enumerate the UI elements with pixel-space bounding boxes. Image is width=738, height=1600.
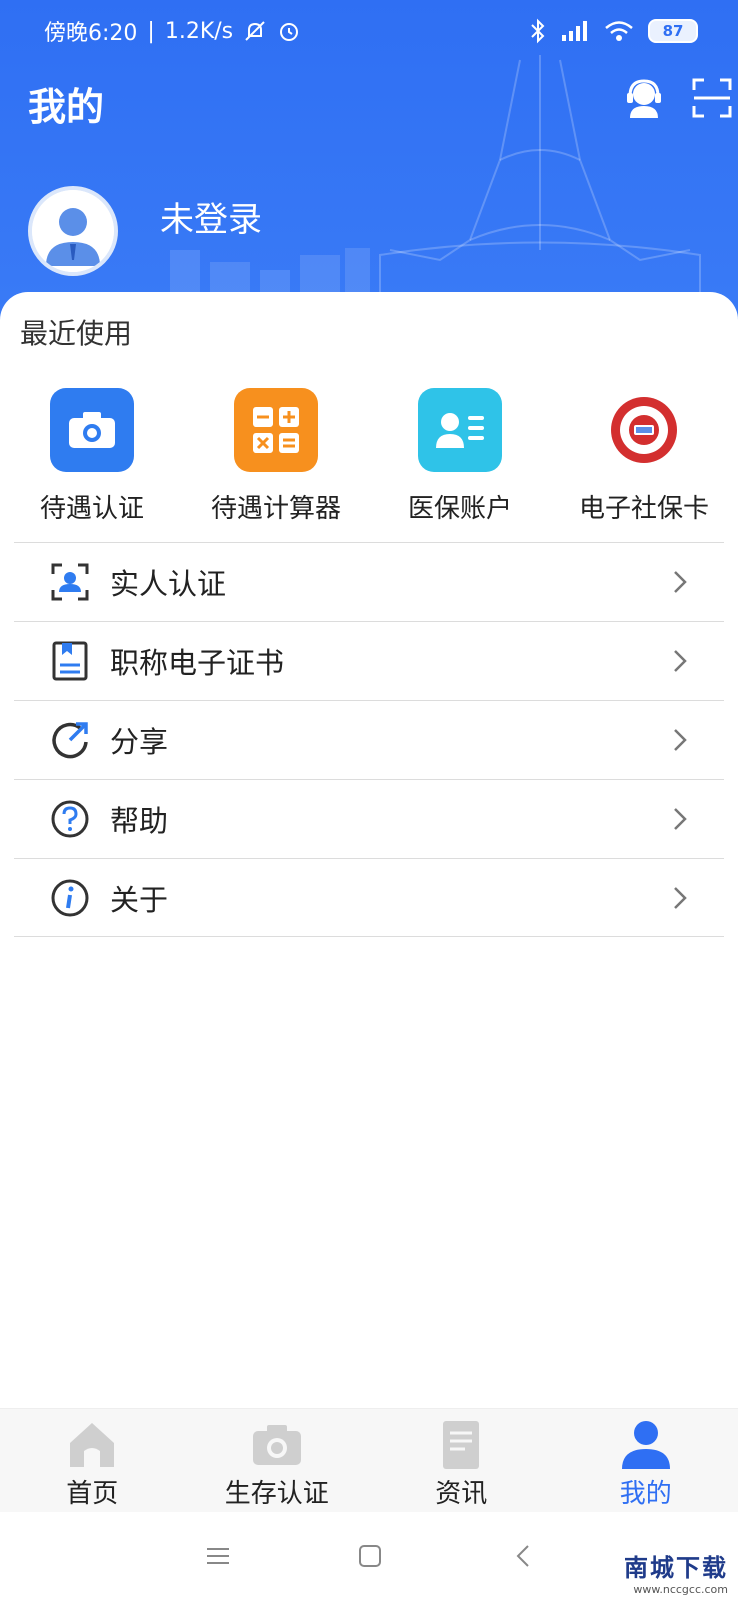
id-card-icon xyxy=(418,388,502,472)
watermark-main: 南城下载 xyxy=(624,1554,728,1582)
signal-icon xyxy=(562,21,587,41)
recent-item-benefit-calculator[interactable]: 待遇计算器 xyxy=(184,388,368,528)
customer-service-icon[interactable] xyxy=(622,76,666,120)
login-status-text[interactable]: 未登录 xyxy=(160,192,262,241)
calculator-icon xyxy=(234,388,318,472)
menu-item-help[interactable]: 帮助 xyxy=(14,779,724,858)
watermark-url: www.nccgcc.com xyxy=(633,1583,728,1596)
chevron-right-icon xyxy=(674,886,687,909)
wifi-icon xyxy=(605,21,633,41)
info-icon xyxy=(51,879,89,916)
network-speed: 1.2K/s xyxy=(164,18,234,44)
bottom-tab-bar: 首页 生存认证 资讯 我的 xyxy=(0,1408,738,1512)
avatar[interactable] xyxy=(28,186,118,276)
face-verify-icon xyxy=(51,563,89,601)
recent-item-label: 医保账户 xyxy=(407,494,512,524)
chevron-right-icon xyxy=(674,571,687,593)
tab-label: 首页 xyxy=(66,1479,119,1509)
certificate-icon xyxy=(52,641,88,681)
scan-icon[interactable] xyxy=(690,76,734,120)
settings-menu: 实人认证 职称电子证书 分享 帮助 关于 xyxy=(14,542,724,937)
home-square-icon[interactable] xyxy=(356,1542,384,1570)
tab-label: 资讯 xyxy=(435,1479,488,1509)
menu-item-real-person-verify[interactable]: 实人认证 xyxy=(14,542,724,621)
news-icon xyxy=(443,1421,480,1469)
chevron-right-icon xyxy=(674,650,687,672)
tab-news[interactable]: 资讯 xyxy=(369,1409,554,1513)
share-icon xyxy=(52,722,88,759)
alarm-icon xyxy=(280,23,299,41)
recent-item-label: 待遇计算器 xyxy=(210,494,341,524)
status-time: 傍晚6:20 xyxy=(44,21,138,46)
menu-item-label: 分享 xyxy=(110,725,169,759)
bluetooth-icon xyxy=(531,18,545,44)
menu-item-label: 职称电子证书 xyxy=(110,646,285,680)
menu-icon[interactable] xyxy=(204,1542,232,1570)
mute-bell-icon xyxy=(245,21,265,41)
tab-survival-verify[interactable]: 生存认证 xyxy=(185,1409,370,1513)
person-icon xyxy=(621,1421,670,1469)
status-bar: 傍晚6:20 | 1.2K/s 87 xyxy=(0,0,738,62)
menu-item-about[interactable]: 关于 xyxy=(14,858,724,937)
menu-item-title-certificate[interactable]: 职称电子证书 xyxy=(14,621,724,700)
tab-label: 我的 xyxy=(619,1479,672,1509)
menu-item-label: 关于 xyxy=(110,882,169,917)
menu-item-label: 实人认证 xyxy=(110,567,227,601)
recent-item-label: 电子社保卡 xyxy=(578,494,709,524)
content-card: 最近使用 待遇认证 待遇计算器 医保账户 电子社保卡 实人认证 职称电子证书 分… xyxy=(0,292,738,1408)
recent-grid: 待遇认证 待遇计算器 医保账户 电子社保卡 xyxy=(0,388,738,528)
chevron-right-icon xyxy=(674,808,687,830)
chevron-right-icon xyxy=(674,729,687,751)
home-icon xyxy=(70,1423,115,1467)
camera-icon xyxy=(50,388,134,472)
menu-item-label: 帮助 xyxy=(110,804,169,838)
tab-home[interactable]: 首页 xyxy=(0,1409,185,1513)
recent-item-social-security-card[interactable]: 电子社保卡 xyxy=(552,388,736,528)
watermark: 南城下载 www.nccgcc.com xyxy=(624,1548,728,1596)
tab-label: 生存认证 xyxy=(224,1479,329,1509)
social-security-card-icon xyxy=(602,388,686,472)
default-avatar-icon xyxy=(32,190,114,272)
help-icon xyxy=(51,800,89,838)
menu-item-share[interactable]: 分享 xyxy=(14,700,724,779)
recent-item-benefit-verify[interactable]: 待遇认证 xyxy=(0,388,184,528)
tab-mine[interactable]: 我的 xyxy=(554,1409,738,1513)
page-title: 我的 xyxy=(28,85,105,129)
recent-item-label: 待遇认证 xyxy=(39,494,144,524)
camera-icon xyxy=(252,1425,301,1465)
battery-indicator: 87 xyxy=(648,19,698,43)
status-divider: | xyxy=(147,18,155,44)
recent-section-title: 最近使用 xyxy=(20,317,133,350)
back-icon[interactable] xyxy=(510,1542,538,1570)
recent-item-medical-account[interactable]: 医保账户 xyxy=(368,388,552,528)
header: 傍晚6:20 | 1.2K/s 87 我的 未登录 xyxy=(0,0,738,330)
